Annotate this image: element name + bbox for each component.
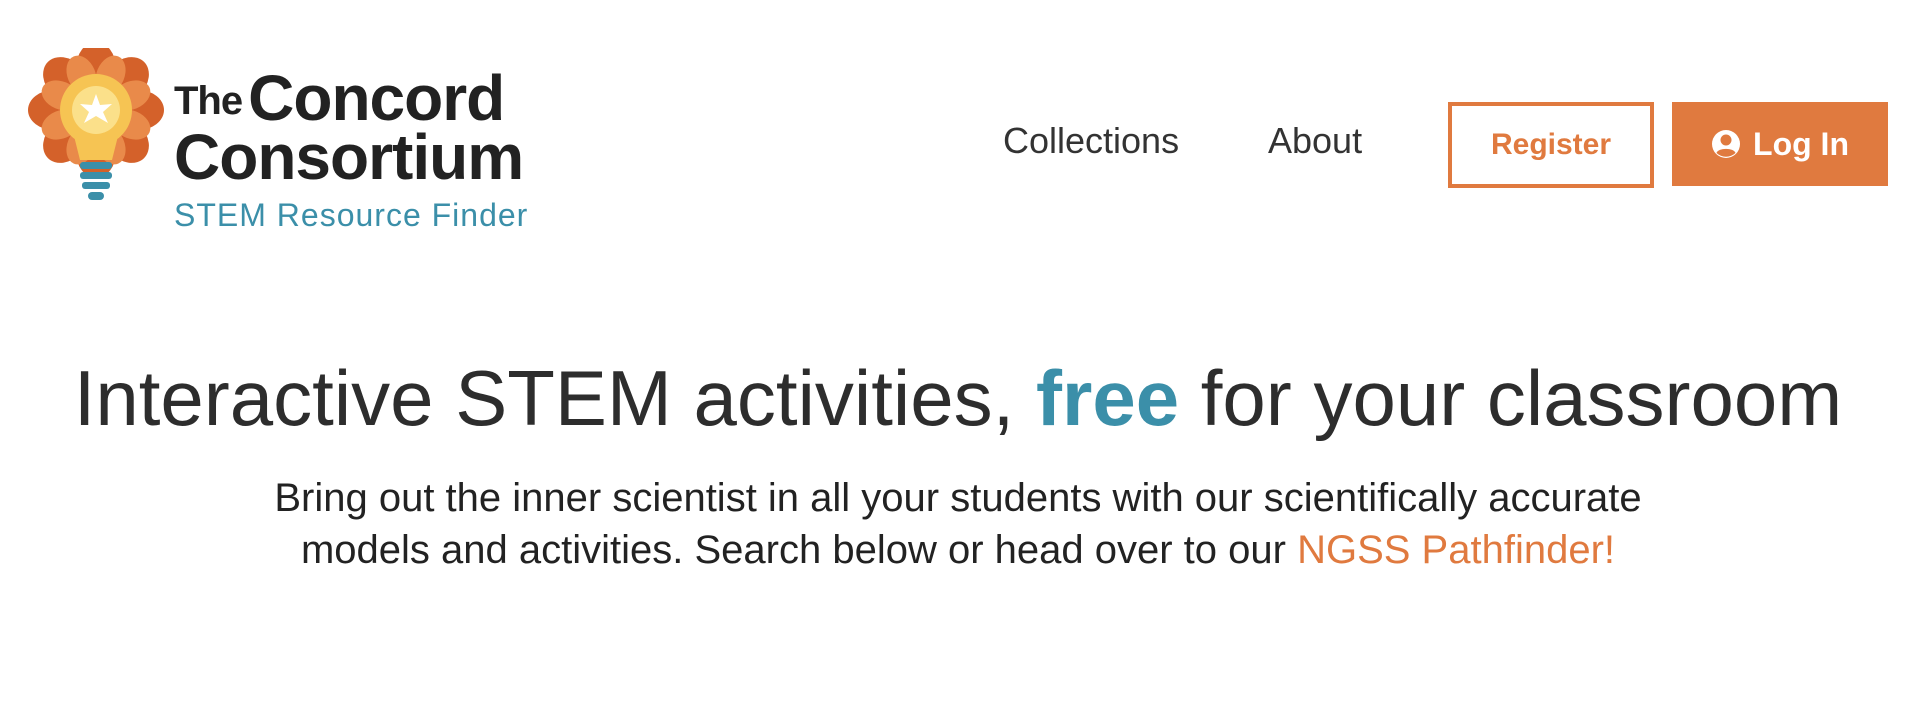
logo-consortium: Consortium: [174, 121, 524, 193]
nav-collections[interactable]: Collections: [1003, 118, 1179, 164]
register-label: Register: [1490, 128, 1612, 161]
logo-the: The: [174, 79, 243, 123]
lightbulb-flower-icon: [28, 48, 164, 200]
login-button[interactable]: Log In: [1672, 102, 1888, 186]
site-header: TheConcord Consortium STEM Resource Find…: [0, 0, 1916, 260]
register-button[interactable]: Register: [1448, 102, 1654, 188]
hero-description: Bring out the inner scientist in all you…: [228, 472, 1688, 576]
hero-title-part2: for your classroom: [1200, 354, 1843, 442]
site-logo[interactable]: TheConcord Consortium STEM Resource Find…: [22, 48, 542, 248]
ngss-pathfinder-link[interactable]: NGSS Pathfinder!: [1297, 528, 1615, 572]
nav-about[interactable]: About: [1268, 118, 1362, 164]
hero-title: Interactive STEM activities, free for yo…: [0, 352, 1916, 444]
logo-subtitle: STEM Resource Finder: [174, 197, 529, 233]
logo-wordmark: TheConcord Consortium STEM Resource Find…: [174, 66, 554, 234]
login-label: Log In: [1753, 125, 1849, 162]
hero-title-accent: free: [1035, 354, 1180, 442]
user-circle-icon: [1712, 130, 1741, 158]
hero-section: Interactive STEM activities, free for yo…: [0, 352, 1916, 576]
hero-title-part1: Interactive STEM activities,: [73, 354, 1015, 442]
